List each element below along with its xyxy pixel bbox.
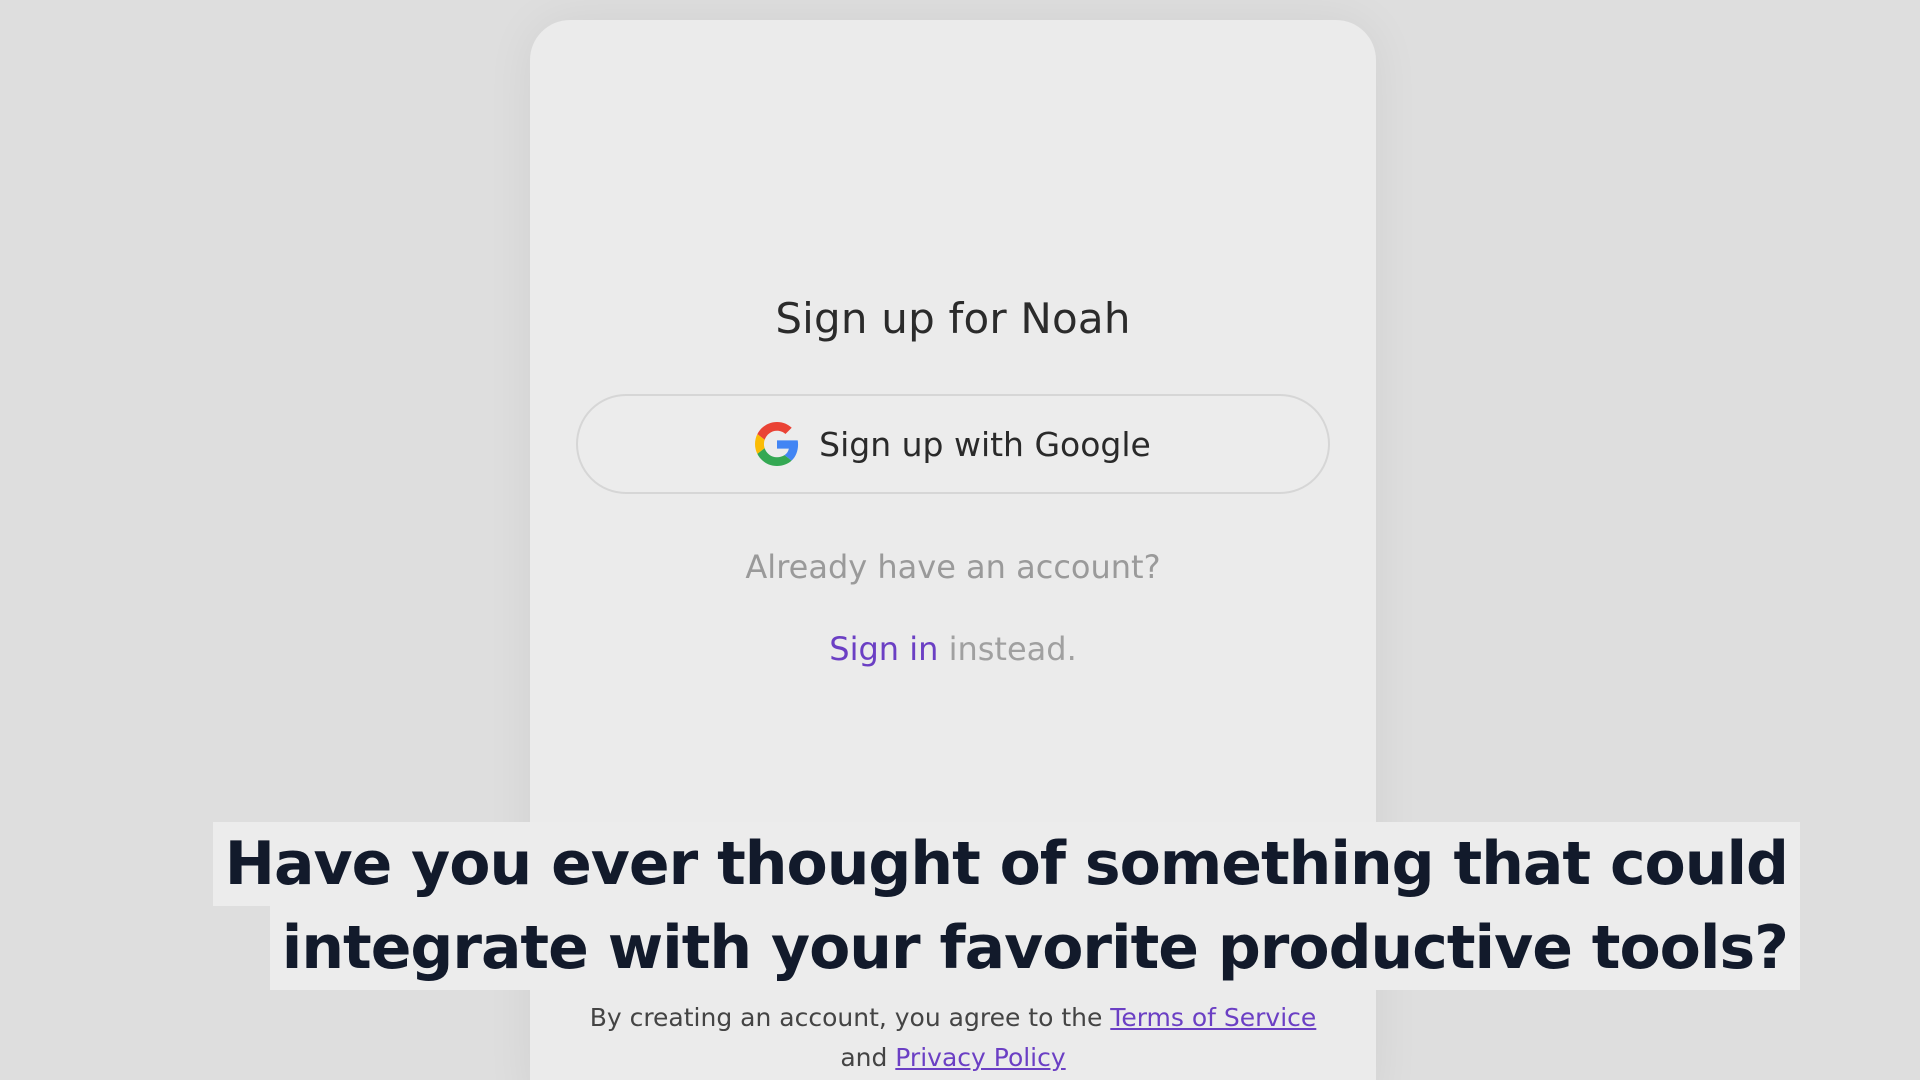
signin-line: Sign in instead. (530, 630, 1376, 668)
page-background: Sign up for Noah Sign up with Google Alr… (0, 0, 1920, 1080)
google-signup-label: Sign up with Google (819, 424, 1151, 464)
terms-notice: By creating an account, you agree to the… (530, 998, 1376, 1078)
google-signup-button[interactable]: Sign up with Google (576, 394, 1330, 494)
already-have-account-text: Already have an account? (745, 548, 1161, 586)
signin-link[interactable]: Sign in (829, 630, 938, 668)
terms-of-service-link[interactable]: Terms of Service (1110, 1003, 1316, 1032)
video-caption: Have you ever thought of something that … (212, 822, 1800, 990)
google-g-icon (755, 422, 799, 466)
page-title: Sign up for Noah (775, 294, 1131, 343)
terms-conjunction: and (840, 1043, 896, 1072)
caption-line-1: Have you ever thought of something that … (212, 822, 1800, 906)
terms-prefix: By creating an account, you agree to the (589, 1003, 1111, 1032)
caption-line-2: integrate with your favorite productive … (269, 906, 1800, 990)
privacy-policy-link[interactable]: Privacy Policy (895, 1043, 1065, 1072)
signin-suffix: instead. (938, 630, 1077, 668)
